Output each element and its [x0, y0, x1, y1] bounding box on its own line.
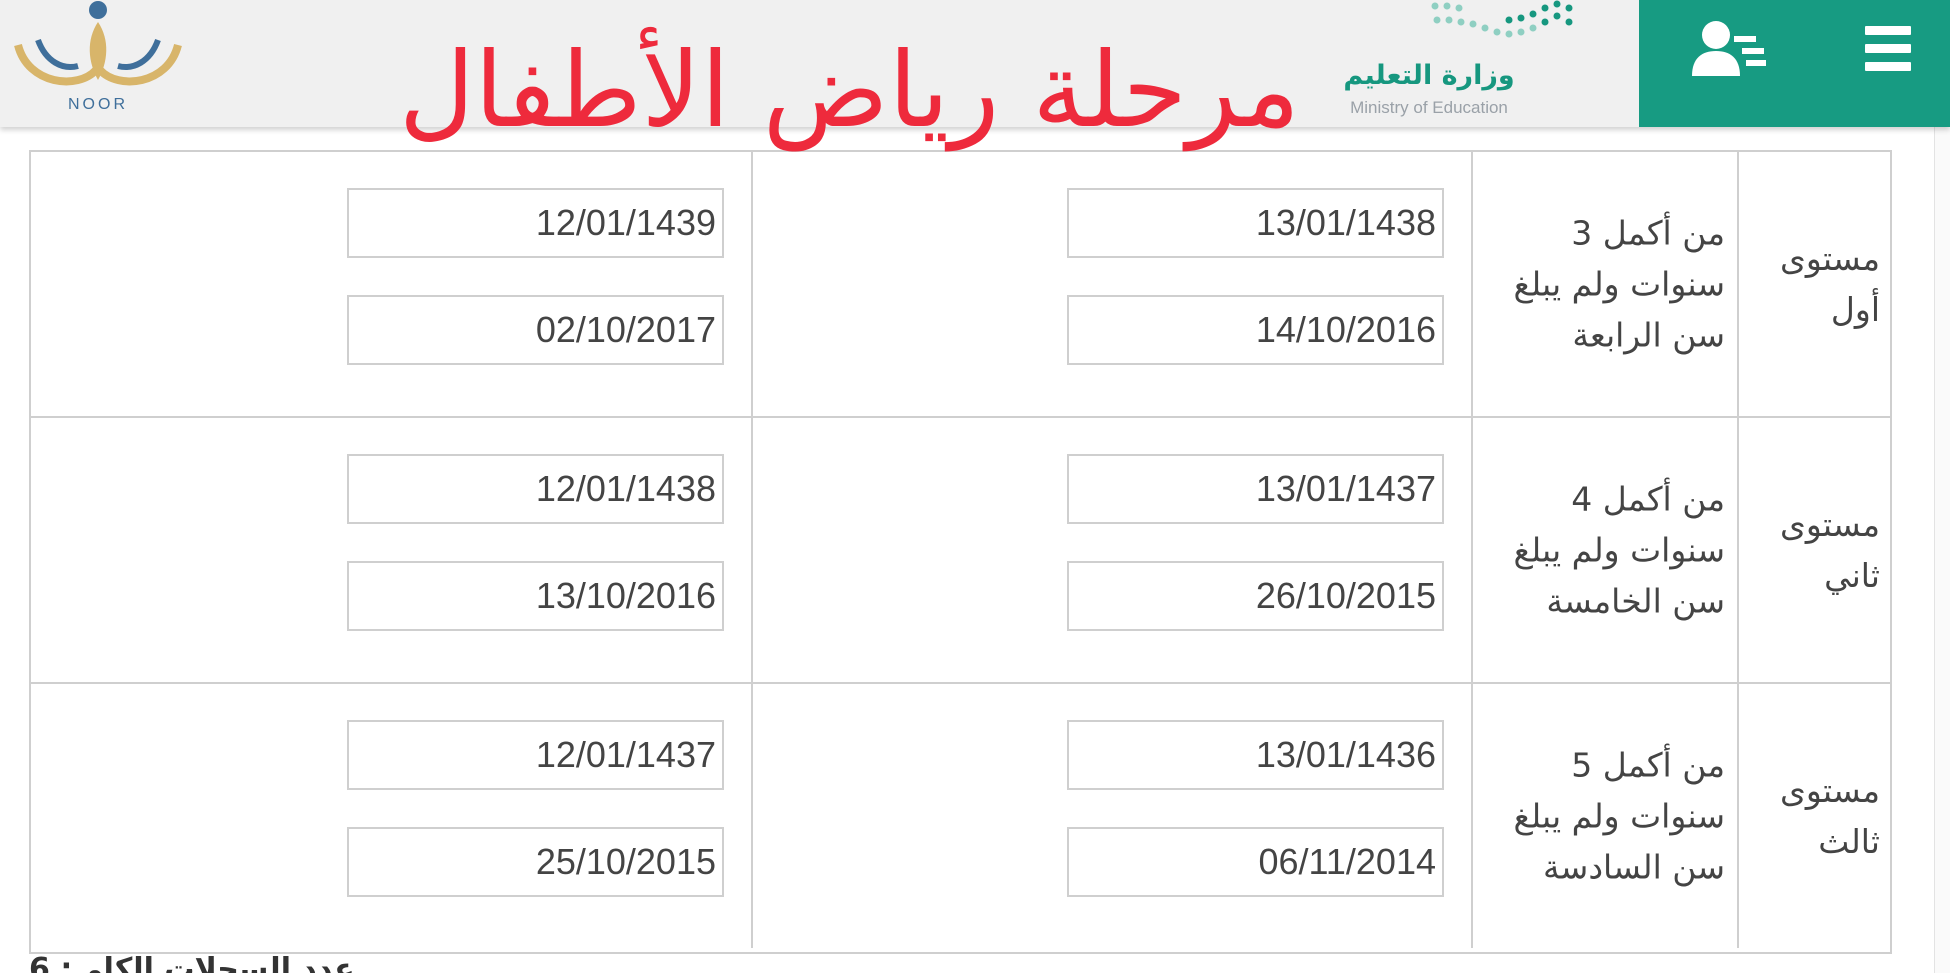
table-row: مستوى ثالث من أكمل 5 سنوات ولم يبلغ سن ا… — [31, 682, 1890, 948]
ministry-logo: وزارة التعليم Ministry of Education — [1335, 0, 1625, 127]
noor-logo: NOOR — [8, 0, 188, 120]
from-gregorian-date-input[interactable] — [1067, 827, 1444, 897]
age-condition: من أكمل 4 سنوات ولم يبلغ سن الخامسة — [1513, 479, 1725, 621]
from-hijri-date-input[interactable] — [1067, 454, 1444, 524]
from-date-cell — [751, 418, 1471, 682]
level-cell: مستوى أول — [1737, 152, 1890, 416]
level-cell: مستوى ثاني — [1737, 418, 1890, 682]
to-date-cell — [31, 418, 751, 682]
level-name: مستوى ثالث — [1780, 771, 1880, 861]
age-cell: من أكمل 5 سنوات ولم يبلغ سن السادسة — [1471, 684, 1737, 948]
ministry-dots-icon — [1431, 0, 1573, 38]
noor-emblem-icon — [14, 1, 182, 86]
to-date-cell — [31, 152, 751, 416]
ministry-name-arabic: وزارة التعليم — [1343, 60, 1515, 91]
level-cell: مستوى ثالث — [1737, 684, 1890, 948]
age-cell: من أكمل 3 سنوات ولم يبلغ سن الرابعة — [1471, 152, 1737, 416]
age-condition: من أكمل 3 سنوات ولم يبلغ سن الرابعة — [1513, 213, 1725, 355]
to-hijri-date-input[interactable] — [347, 454, 724, 524]
table-row: مستوى أول من أكمل 3 سنوات ولم يبلغ سن ال… — [31, 150, 1890, 416]
from-hijri-date-input[interactable] — [1067, 720, 1444, 790]
age-condition: من أكمل 5 سنوات ولم يبلغ سن السادسة — [1513, 745, 1725, 887]
records-count: عدد السجلات الكلي: 6 — [29, 952, 355, 973]
page-title: مرحلة رياض الأطفال — [398, 29, 1300, 151]
table-row: مستوى ثاني من أكمل 4 سنوات ولم يبلغ سن ا… — [31, 416, 1890, 682]
hamburger-menu-icon[interactable] — [1861, 24, 1915, 74]
from-date-cell — [751, 684, 1471, 948]
to-date-cell — [31, 684, 751, 948]
from-gregorian-date-input[interactable] — [1067, 561, 1444, 631]
to-gregorian-date-input[interactable] — [347, 295, 724, 365]
to-gregorian-date-input[interactable] — [347, 561, 724, 631]
header-menu-panel — [1639, 0, 1950, 127]
level-name: مستوى أول — [1780, 239, 1880, 329]
from-gregorian-date-input[interactable] — [1067, 295, 1444, 365]
age-cell: من أكمل 4 سنوات ولم يبلغ سن الخامسة — [1471, 418, 1737, 682]
user-list-icon[interactable] — [1690, 18, 1770, 80]
page-scrollbar[interactable] — [1934, 127, 1950, 973]
to-hijri-date-input[interactable] — [347, 720, 724, 790]
to-hijri-date-input[interactable] — [347, 188, 724, 258]
noor-label: NOOR — [68, 96, 128, 113]
level-name: مستوى ثاني — [1780, 505, 1880, 595]
from-hijri-date-input[interactable] — [1067, 188, 1444, 258]
from-date-cell — [751, 152, 1471, 416]
to-gregorian-date-input[interactable] — [347, 827, 724, 897]
ministry-name-english: Ministry of Education — [1350, 98, 1508, 117]
kindergarten-levels-table: مستوى أول من أكمل 3 سنوات ولم يبلغ سن ال… — [29, 150, 1892, 954]
